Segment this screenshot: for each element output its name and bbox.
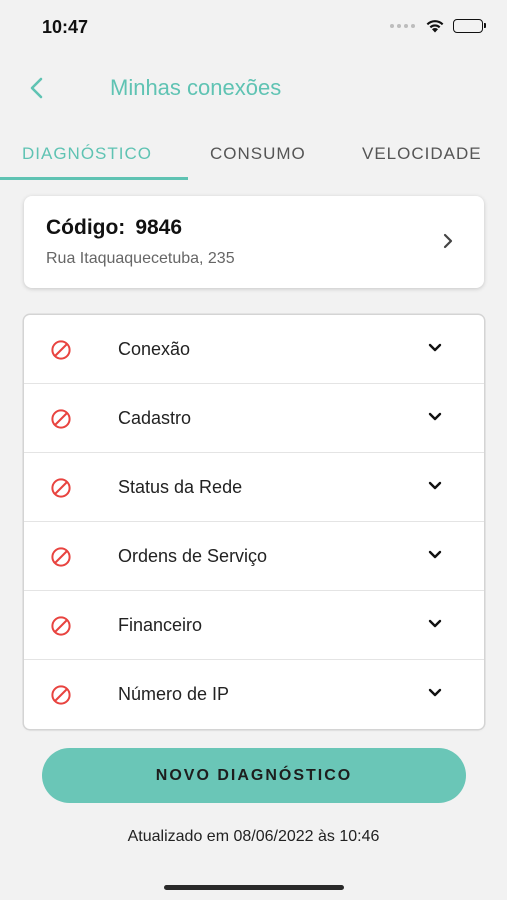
wifi-icon <box>426 20 444 33</box>
diagnostic-item[interactable]: Número de IP <box>24 660 484 729</box>
diagnostic-item-label: Número de IP <box>118 684 230 704</box>
chevron-down-icon[interactable] <box>428 688 442 698</box>
chevron-down-icon[interactable] <box>428 481 442 491</box>
status-bar: 10:47 <box>0 0 507 52</box>
diagnostic-item-label: Ordens de Serviço <box>118 546 268 566</box>
diagnostic-item[interactable]: Ordens de Serviço <box>24 522 484 591</box>
tab-velocidade[interactable]: VELOCIDADE <box>338 128 507 180</box>
status-time: 10:47 <box>42 17 89 37</box>
page-title: Minhas conexões <box>110 75 282 100</box>
new-diagnostic-button[interactable]: NOVO DIAGNÓSTICO <box>42 748 466 803</box>
diagnostic-item-label: Conexão <box>118 339 191 359</box>
chevron-left-icon <box>30 77 43 99</box>
chevron-down-icon[interactable] <box>428 412 442 422</box>
last-updated-text: Atualizado em 08/06/2022 às 10:46 <box>127 828 380 845</box>
diagnostic-item[interactable]: Status da Rede <box>24 453 484 522</box>
diagnostic-item[interactable]: Conexão <box>24 315 484 384</box>
battery-icon <box>453 18 486 33</box>
header: Minhas conexões <box>0 60 507 116</box>
screen: 10:47 Minhas conexões DIAGNÓSTICO CONSUM… <box>0 0 507 900</box>
blocked-icon <box>51 616 71 636</box>
active-tab-indicator <box>0 177 188 180</box>
home-indicator[interactable] <box>164 885 344 890</box>
tab-diagnostico[interactable]: DIAGNÓSTICO <box>0 128 188 180</box>
contract-address: Rua Itaquaquecetuba, 235 <box>46 250 235 267</box>
contract-code: Código: 9846 <box>46 216 182 240</box>
tab-bar: DIAGNÓSTICO CONSUMO VELOCIDADE <box>0 128 507 180</box>
diagnostic-item-label: Status da Rede <box>118 477 243 497</box>
blocked-icon <box>51 340 71 360</box>
blocked-icon <box>51 478 71 498</box>
contract-code-label: Código: <box>46 216 126 239</box>
contract-card[interactable]: Código: 9846 Rua Itaquaquecetuba, 235 <box>24 196 484 288</box>
diagnostic-item[interactable]: Cadastro <box>24 384 484 453</box>
chevron-right-icon <box>443 233 453 249</box>
chevron-down-icon[interactable] <box>428 343 442 353</box>
diagnostic-item-label: Cadastro <box>118 408 192 428</box>
back-button[interactable] <box>20 72 52 104</box>
blocked-icon <box>51 685 71 705</box>
contract-code-value: 9846 <box>135 216 183 239</box>
blocked-icon <box>51 409 71 429</box>
chevron-down-icon[interactable] <box>428 550 442 560</box>
blocked-icon <box>51 547 71 567</box>
diagnostic-item[interactable]: Financeiro <box>24 591 484 660</box>
chevron-down-icon[interactable] <box>428 619 442 629</box>
cellular-dots-icon <box>390 23 415 28</box>
diagnostic-list: Conexão Cadastro Status da Rede Ordens de S… <box>24 315 484 729</box>
diagnostic-item-label: Financeiro <box>118 615 203 635</box>
tab-consumo[interactable]: CONSUMO <box>188 128 338 180</box>
status-icons <box>390 18 486 33</box>
